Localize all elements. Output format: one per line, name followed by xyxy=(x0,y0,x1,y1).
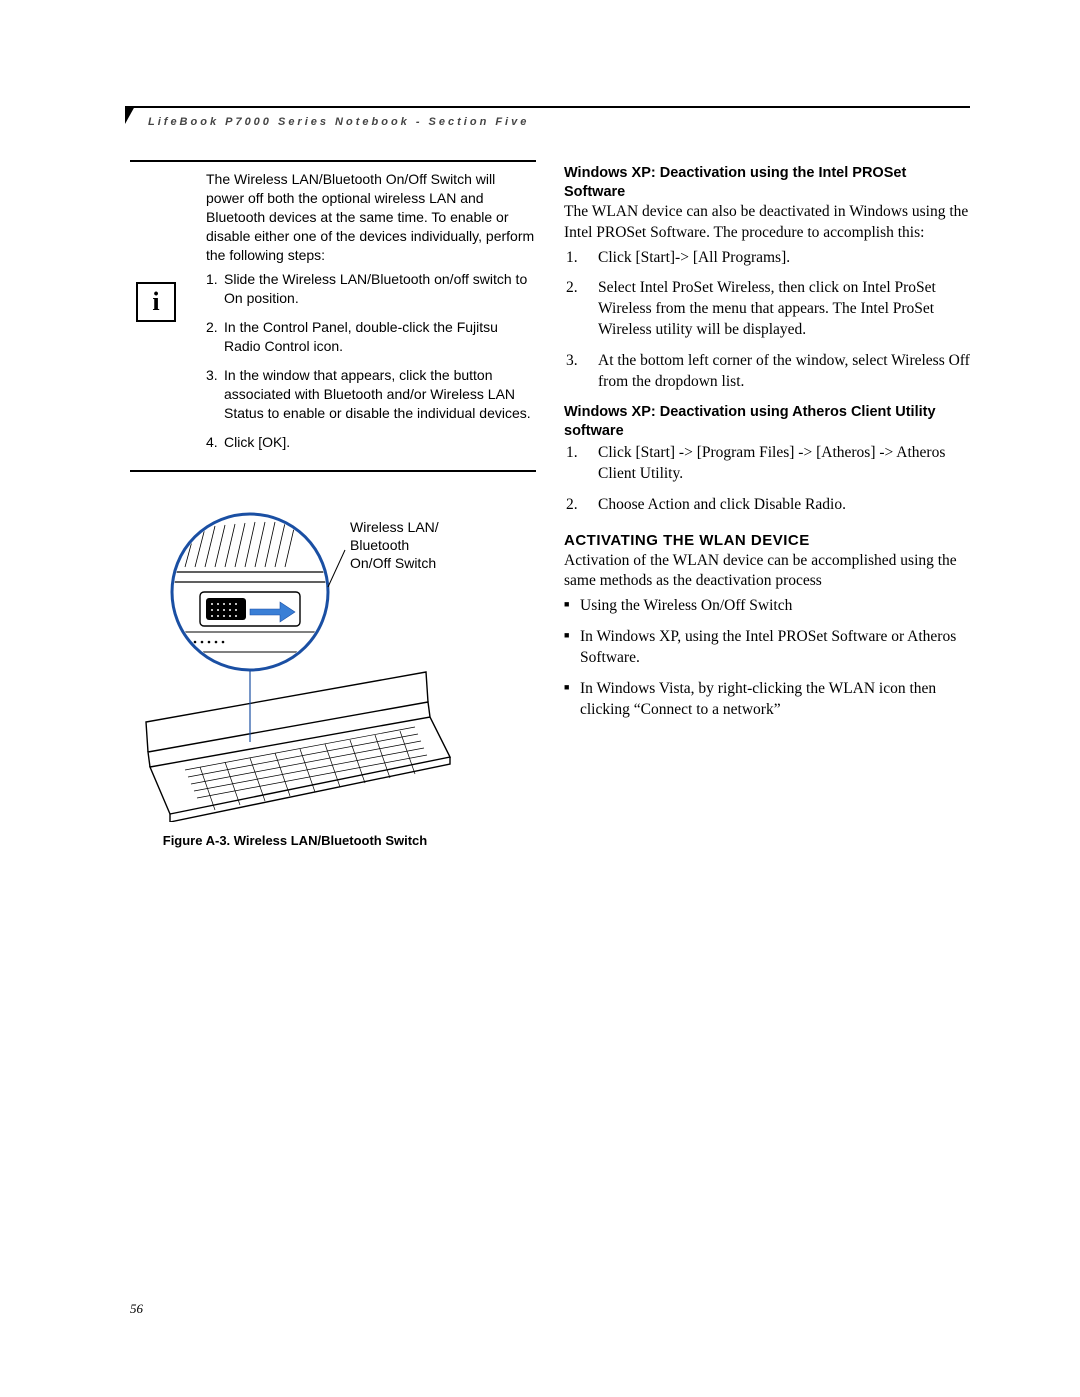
note-steps-list: Slide the Wireless LAN/Bluetooth on/off … xyxy=(130,270,536,451)
list-item: Select Intel ProSet Wireless, then click… xyxy=(564,278,970,341)
figure-callout-label: Wireless LAN/ Bluetooth On/Off Switch xyxy=(350,518,470,573)
note-step: Click [OK]. xyxy=(206,433,536,452)
header-tab-icon xyxy=(125,106,135,124)
running-head: LifeBook P7000 Series Notebook - Section… xyxy=(148,116,529,128)
figure: Wireless LAN/ Bluetooth On/Off Switch Fi… xyxy=(130,492,460,852)
list-item: In Windows XP, using the Intel PROSet So… xyxy=(564,627,970,669)
activation-bullets: Using the Wireless On/Off Switch In Wind… xyxy=(564,596,970,721)
note-step: In the window that appears, click the bu… xyxy=(206,366,536,423)
content-columns: i The Wireless LAN/Bluetooth On/Off Swit… xyxy=(130,160,970,1277)
note-intro: The Wireless LAN/Bluetooth On/Off Switch… xyxy=(206,170,536,264)
proset-steps-list: Click [Start]-> [All Programs]. Select I… xyxy=(564,248,970,394)
list-item: At the bottom left corner of the window,… xyxy=(564,351,970,393)
list-item: Click [Start]-> [All Programs]. xyxy=(564,248,970,269)
body-paragraph: The WLAN device can also be deactivated … xyxy=(564,202,970,244)
page-number: 56 xyxy=(130,1301,143,1317)
atheros-steps-list: Click [Start] -> [Program Files] -> [Ath… xyxy=(564,443,970,516)
body-paragraph: Activation of the WLAN device can be acc… xyxy=(564,551,970,593)
list-item: In Windows Vista, by right-clicking the … xyxy=(564,679,970,721)
left-column: i The Wireless LAN/Bluetooth On/Off Swit… xyxy=(130,160,536,1277)
info-icon: i xyxy=(136,282,176,322)
paragraph: Activation of the WLAN device can be acc… xyxy=(564,551,970,593)
header-rule xyxy=(130,106,970,110)
subheading-atheros: Windows XP: Deactivation using Atheros C… xyxy=(564,403,970,441)
paragraph: The WLAN device can also be deactivated … xyxy=(564,202,970,244)
figure-caption: Figure A-3. Wireless LAN/Bluetooth Switc… xyxy=(130,833,460,848)
list-item: Choose Action and click Disable Radio. xyxy=(564,495,970,516)
note-step: Slide the Wireless LAN/Bluetooth on/off … xyxy=(206,270,536,308)
subheading-proset: Windows XP: Deactivation using the Intel… xyxy=(564,164,970,202)
note-box: i The Wireless LAN/Bluetooth On/Off Swit… xyxy=(130,160,536,472)
section-heading-activating: ACTIVATING THE WLAN DEVICE xyxy=(564,532,970,549)
note-step: In the Control Panel, double-click the F… xyxy=(206,318,536,356)
list-item: Click [Start] -> [Program Files] -> [Ath… xyxy=(564,443,970,485)
right-column: Windows XP: Deactivation using the Intel… xyxy=(564,160,970,1277)
page: LifeBook P7000 Series Notebook - Section… xyxy=(0,0,1080,1397)
list-item: Using the Wireless On/Off Switch xyxy=(564,596,970,617)
